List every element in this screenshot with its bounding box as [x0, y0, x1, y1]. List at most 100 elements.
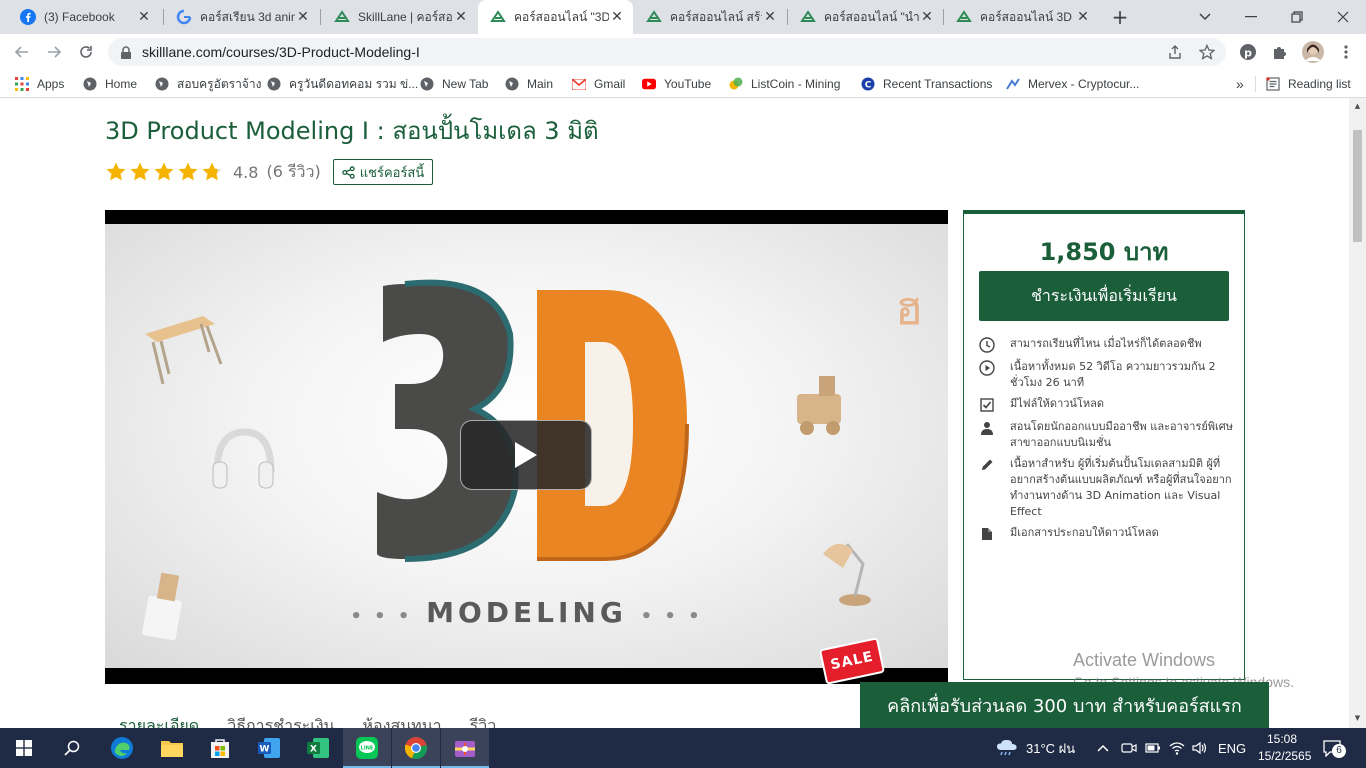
share-course-button[interactable]: แชร์คอร์สนี้: [332, 159, 434, 185]
video-thumbnail: ฮ • • • MODELING • • •: [105, 224, 948, 668]
volume-icon[interactable]: [1192, 728, 1208, 768]
bookmark-recent-transactions[interactable]: C Recent Transactions: [861, 75, 992, 93]
bookmark-item[interactable]: สอบครูอัตราจ้าง: [155, 75, 261, 93]
browser-tab[interactable]: คอร์สออนไลน์ 3D P ✕: [944, 0, 1099, 34]
pinterest-extension-icon[interactable]: p: [1238, 42, 1258, 62]
buy-course-button[interactable]: ชำระเงินเพื่อเริ่มเรียน: [979, 271, 1229, 321]
address-bar[interactable]: skilllane.com/courses/3D-Product-Modelin…: [108, 38, 1226, 66]
notifications-button[interactable]: 6: [1322, 728, 1346, 768]
video-title-text: MODELING: [426, 596, 627, 629]
chrome-menu-icon[interactable]: [1336, 42, 1356, 62]
word-icon[interactable]: W: [245, 728, 293, 768]
browser-tab[interactable]: คอร์สออนไลน์ "นำเส ✕: [788, 0, 943, 34]
skilllane-icon: [334, 9, 350, 25]
browser-tab-google[interactable]: คอร์สเรียน 3d anim ✕: [164, 0, 319, 34]
course-section-tabs: รายละเอียด วิธีการชำระเงิน ห้องสนทนา รีว…: [119, 714, 496, 728]
bookmark-star-icon[interactable]: [1197, 42, 1217, 62]
restore-icon[interactable]: [1274, 0, 1320, 34]
close-tab-icon[interactable]: ✕: [919, 9, 935, 25]
excel-icon[interactable]: X: [294, 728, 342, 768]
scroll-up-arrow-icon[interactable]: ▲: [1353, 102, 1362, 111]
feature-item: สอนโดยนักออกแบบมืออาชีพ และอาจารย์พิเศษ …: [978, 419, 1234, 451]
globe-icon: [155, 77, 169, 91]
bookmark-listcoin[interactable]: ListCoin - Mining: [729, 75, 840, 93]
weather-widget[interactable]: 31°C ฝน: [996, 728, 1075, 768]
page-scrollbar[interactable]: ▲ ▼: [1349, 98, 1366, 728]
bookmark-new-tab[interactable]: New Tab: [420, 75, 488, 93]
close-tab-icon[interactable]: ✕: [136, 9, 152, 25]
close-tab-icon[interactable]: ✕: [762, 9, 778, 25]
svg-text:W: W: [260, 745, 270, 755]
extensions-puzzle-icon[interactable]: [1270, 42, 1290, 62]
file-explorer-icon[interactable]: [148, 728, 196, 768]
battery-icon[interactable]: [1145, 728, 1161, 768]
new-tab-button[interactable]: +: [1108, 5, 1132, 29]
reload-icon[interactable]: [74, 40, 98, 64]
bookmark-item[interactable]: ครูวันดีดอทคอม รวม ข่...: [267, 75, 418, 93]
reading-list-button[interactable]: Reading list: [1266, 75, 1351, 93]
minimize-icon[interactable]: [1228, 0, 1274, 34]
globe-icon: [83, 77, 97, 91]
tab-payment-methods[interactable]: วิธีการชำระเงิน: [227, 714, 334, 728]
bookmarks-bar: Apps Home สอบครูอัตราจ้าง ครูวันดีดอทคอม…: [0, 70, 1366, 98]
tab-search-chevron-icon[interactable]: [1182, 0, 1228, 34]
url-text[interactable]: skilllane.com/courses/3D-Product-Modelin…: [142, 44, 420, 60]
browser-tab-facebook[interactable]: (3) Facebook ✕: [8, 0, 160, 34]
microsoft-store-icon[interactable]: [196, 728, 244, 768]
person-icon: [978, 419, 996, 437]
tab-discussion[interactable]: ห้องสนทนา: [362, 714, 441, 728]
bookmark-apps[interactable]: Apps: [15, 75, 64, 93]
bookmark-mervex[interactable]: Mervex - Cryptocur...: [1006, 75, 1139, 93]
bookmark-main[interactable]: Main: [505, 75, 553, 93]
meet-now-icon[interactable]: [1121, 728, 1137, 768]
video-title: • • • MODELING • • •: [105, 596, 948, 629]
lock-icon[interactable]: [120, 45, 132, 64]
share-page-icon[interactable]: [1165, 42, 1185, 62]
scroll-down-arrow-icon[interactable]: ▼: [1353, 714, 1362, 723]
search-icon[interactable]: [48, 728, 96, 768]
bookmark-home[interactable]: Home: [83, 75, 137, 93]
bookmark-gmail[interactable]: Gmail: [572, 75, 625, 93]
back-icon[interactable]: [10, 40, 34, 64]
bookmark-youtube[interactable]: YouTube: [642, 75, 711, 93]
show-hidden-icons-chevron[interactable]: [1097, 728, 1109, 768]
bookmarks-overflow-button[interactable]: »: [1236, 75, 1244, 93]
bookmark-label: YouTube: [664, 77, 712, 91]
close-tab-icon[interactable]: ✕: [295, 9, 311, 25]
windows-taskbar: W X LINE 31°C ฝน ENG 15:08 15/2/2565 6: [0, 728, 1366, 768]
video-play-button[interactable]: [460, 420, 592, 490]
profile-avatar[interactable]: [1302, 41, 1324, 63]
facebook-icon: [20, 9, 36, 25]
course-video-player[interactable]: ฮ • • • MODELING • • •: [105, 210, 948, 684]
feature-text: มีเอกสารประกอบให้ดาวน์โหลด: [1010, 526, 1159, 539]
close-tab-icon[interactable]: ✕: [453, 9, 469, 25]
feature-text: เนื้อหาทั้งหมด 52 วิดีโอ ความยาวรวมกัน 2…: [1010, 360, 1216, 389]
scrollbar-thumb[interactable]: [1353, 130, 1362, 242]
windows-start-icon[interactable]: [0, 728, 48, 768]
close-tab-icon[interactable]: ✕: [1075, 9, 1091, 25]
wifi-icon[interactable]: [1169, 728, 1185, 768]
feature-item: สามารถเรียนที่ไหน เมื่อไหร่ก็ได้ตลอดชีพ: [978, 336, 1234, 354]
tab-reviews[interactable]: รีวิว: [470, 714, 497, 728]
input-language-indicator[interactable]: ENG: [1218, 728, 1246, 768]
reading-list-label: Reading list: [1288, 77, 1351, 91]
line-app-icon[interactable]: LINE: [343, 728, 391, 768]
browser-tab-active[interactable]: คอร์สออนไลน์ "3D P ✕: [478, 0, 633, 34]
taskbar-clock[interactable]: 15:08 15/2/2565: [1258, 731, 1311, 765]
discount-promo-banner[interactable]: คลิกเพื่อรับส่วนลด 300 บาท สำหรับคอร์สแร…: [860, 682, 1269, 728]
tab-title: คอร์สออนไลน์ "3D P: [514, 9, 609, 24]
tab-details[interactable]: รายละเอียด: [119, 714, 199, 728]
close-tab-icon[interactable]: ✕: [609, 9, 625, 25]
forward-icon[interactable]: [42, 40, 66, 64]
snip-sketch-icon[interactable]: [441, 728, 489, 768]
chrome-taskbar-icon[interactable]: [392, 728, 440, 768]
video-dots-left: • • •: [350, 606, 413, 627]
document-icon: [978, 525, 996, 543]
bookmark-label: ครูวันดีดอทคอม รวม ข่...: [289, 76, 419, 91]
browser-tab-skilllane[interactable]: SkillLane | คอร์สออ ✕: [322, 0, 477, 34]
edge-icon[interactable]: [98, 728, 146, 768]
browser-tab[interactable]: คอร์สออนไลน์ สร้างส ✕: [634, 0, 786, 34]
window-close-icon[interactable]: [1320, 0, 1366, 34]
review-count[interactable]: (6 รีวิว): [266, 160, 320, 185]
rating-stars: [105, 161, 223, 183]
